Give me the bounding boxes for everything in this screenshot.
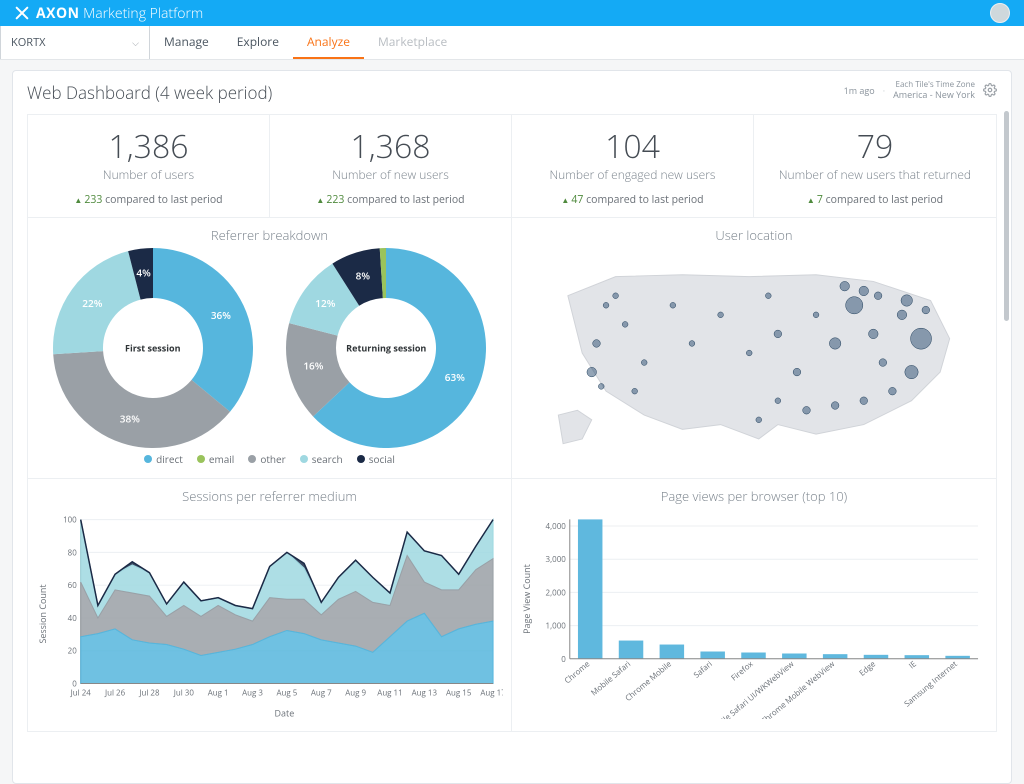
gear-icon[interactable] (983, 83, 997, 97)
panel-map: User location (512, 218, 996, 479)
svg-text:4,000: 4,000 (546, 521, 567, 532)
referrer-legend: direct email other search social (36, 448, 503, 470)
donut-chart[interactable]: 36%38%22%4%First session (53, 248, 253, 448)
svg-text:IE: IE (907, 659, 919, 672)
svg-text:Jul 26: Jul 26 (104, 689, 126, 699)
svg-text:Session Count: Session Count (36, 585, 49, 644)
legend-item: social (357, 452, 395, 466)
brand-sub: Marketing Platform (83, 4, 203, 23)
svg-text:2,000: 2,000 (546, 588, 567, 599)
svg-text:1,000: 1,000 (546, 621, 567, 632)
metric-new-users: 1,368 Number of new users 223 compared t… (270, 115, 512, 217)
legend-item: direct (144, 452, 183, 466)
tab-marketplace[interactable]: Marketplace (364, 26, 461, 59)
svg-text:40: 40 (68, 614, 78, 624)
browsers-chart[interactable]: Page View Count 0 1,000 2,000 3,000 4,000 Ch… (520, 509, 988, 719)
svg-text:Aug 15: Aug 15 (446, 689, 472, 699)
svg-text:Aug 3: Aug 3 (242, 689, 263, 699)
tz-value: America - New York (893, 88, 975, 101)
svg-text:80: 80 (68, 549, 78, 559)
tab-explore[interactable]: Explore (223, 26, 293, 59)
panel-browsers: Page views per browser (top 10) Page Vie… (512, 479, 996, 732)
last-updated: 1m ago (844, 84, 875, 97)
svg-text:4%: 4% (136, 266, 151, 280)
org-selector[interactable]: KORTX ⌵ (0, 26, 150, 59)
legend-item: email (197, 452, 234, 466)
sessions-chart[interactable]: Session Count 020406080100 Jul 24Jul 26J… (36, 509, 503, 719)
svg-text:Jul 30: Jul 30 (173, 689, 195, 699)
svg-text:Jul 28: Jul 28 (138, 689, 160, 699)
scrollbar[interactable] (1004, 111, 1009, 321)
org-name: KORTX (11, 35, 46, 50)
legend-item: search (300, 452, 343, 466)
svg-text:Date: Date (275, 707, 295, 720)
metric-row: 1,386 Number of users 233 compared to la… (27, 114, 997, 218)
tab-manage[interactable]: Manage (150, 26, 223, 59)
svg-text:Aug 9: Aug 9 (345, 689, 366, 699)
svg-text:Edge: Edge (857, 659, 878, 679)
brand: AXON Marketing Platform (14, 4, 203, 23)
svg-text:Aug 13: Aug 13 (412, 689, 438, 699)
panel-referrer: Referrer breakdown 36%38%22%4%First sess… (28, 218, 512, 479)
svg-text:12%: 12% (316, 296, 336, 310)
chevron-down-icon: ⌵ (132, 36, 139, 49)
svg-text:63%: 63% (445, 370, 465, 384)
svg-text:Aug 17: Aug 17 (480, 689, 503, 699)
avatar[interactable] (990, 3, 1010, 23)
us-map[interactable] (520, 248, 988, 458)
svg-text:38%: 38% (120, 412, 140, 426)
brand-name: AXON (36, 4, 80, 23)
svg-text:Page View Count: Page View Count (520, 564, 533, 634)
svg-text:60: 60 (68, 581, 78, 591)
dashboard-meta: 1m ago · Each Tile's Time Zone America -… (844, 81, 997, 100)
svg-text:100: 100 (63, 516, 77, 526)
svg-text:36%: 36% (211, 308, 231, 322)
metric-engaged: 104 Number of engaged new users 47 compa… (512, 115, 754, 217)
svg-text:Safari: Safari (691, 659, 714, 681)
tabs: Manage Explore Analyze Marketplace (150, 26, 461, 59)
panel-sessions: Sessions per referrer medium Session Cou… (28, 479, 512, 732)
svg-text:16%: 16% (304, 359, 324, 373)
svg-text:Aug 1: Aug 1 (208, 689, 229, 699)
metric-returned: 79 Number of new users that returned 7 c… (754, 115, 996, 217)
svg-text:Aug 11: Aug 11 (377, 689, 402, 699)
svg-text:3,000: 3,000 (546, 554, 567, 565)
dashboard-card: Web Dashboard (4 week period) 1m ago · E… (12, 70, 1012, 784)
svg-text:20: 20 (68, 647, 78, 657)
nav-row: KORTX ⌵ Manage Explore Analyze Marketpla… (0, 26, 1024, 60)
svg-text:Jul 24: Jul 24 (70, 689, 92, 699)
svg-text:22%: 22% (82, 296, 102, 310)
svg-text:0: 0 (561, 654, 566, 665)
svg-text:8%: 8% (356, 269, 371, 283)
topbar: AXON Marketing Platform (0, 0, 1024, 26)
metric-users: 1,386 Number of users 233 compared to la… (28, 115, 270, 217)
legend-item: other (248, 452, 285, 466)
tab-analyze[interactable]: Analyze (293, 26, 364, 59)
donut-chart[interactable]: 63%16%12%8%Returning session (286, 248, 486, 448)
svg-text:Aug 5: Aug 5 (276, 689, 297, 699)
svg-text:Chrome: Chrome (562, 659, 592, 687)
page-title: Web Dashboard (4 week period) (27, 81, 272, 104)
svg-text:Aug 7: Aug 7 (311, 689, 332, 699)
svg-text:Firefox: Firefox (729, 658, 756, 683)
brand-logo-icon (14, 5, 30, 21)
